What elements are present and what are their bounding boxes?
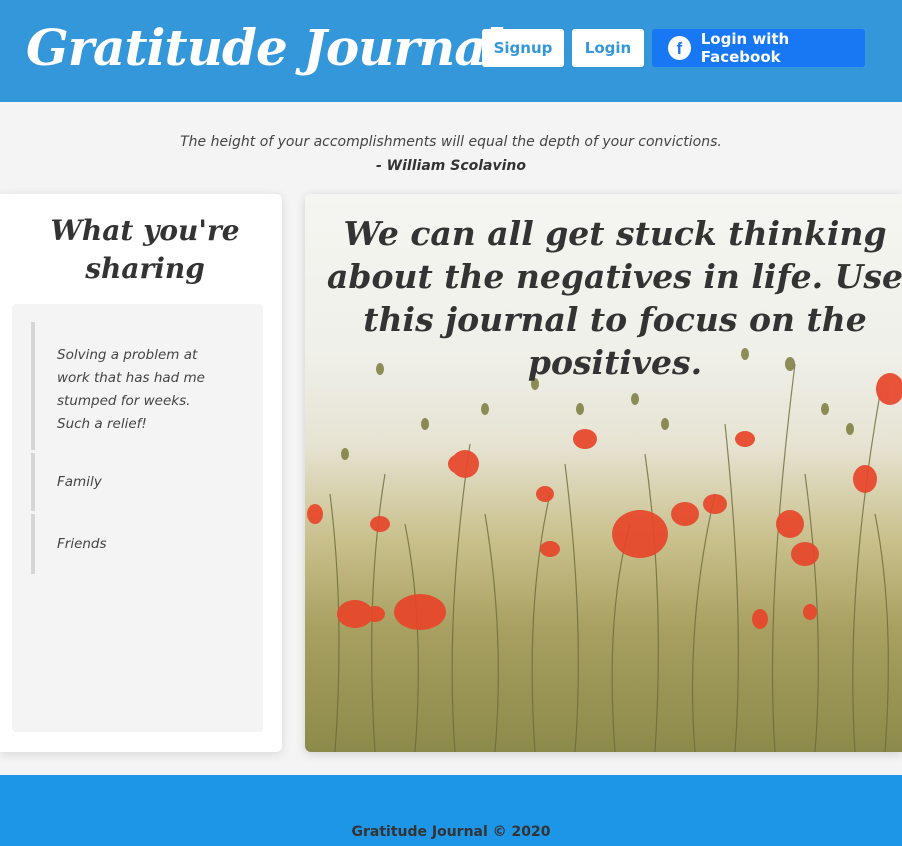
sharing-panel: What you're sharing Solving a problem at… xyxy=(0,194,282,752)
facebook-icon: f xyxy=(668,36,691,60)
list-item: Family xyxy=(31,453,251,511)
hero-banner: We can all get stuck thinking about the … xyxy=(305,194,902,752)
signup-button[interactable]: Signup xyxy=(482,29,564,67)
hero-message: We can all get stuck thinking about the … xyxy=(327,214,902,382)
quote-author: - William Scolavino xyxy=(376,158,526,174)
list-item: Friends xyxy=(31,514,251,574)
sharing-list: Solving a problem at work that has had m… xyxy=(12,304,263,732)
brand-logo[interactable]: Gratitude Journal xyxy=(26,8,505,88)
header: Gratitude Journal Signup Login f Login w… xyxy=(0,0,902,102)
footer: Gratitude Journal © 2020 xyxy=(0,775,902,846)
list-item: Solving a problem at work that has had m… xyxy=(31,322,251,450)
facebook-login-label: Login with Facebook xyxy=(700,30,790,66)
footer-copyright: Gratitude Journal © 2020 xyxy=(351,824,551,840)
facebook-login-button[interactable]: f Login with Facebook xyxy=(652,29,865,67)
login-button[interactable]: Login xyxy=(572,29,644,67)
sharing-title: What you're sharing xyxy=(50,214,240,285)
quote-text: The height of your accomplishments will … xyxy=(180,134,722,150)
